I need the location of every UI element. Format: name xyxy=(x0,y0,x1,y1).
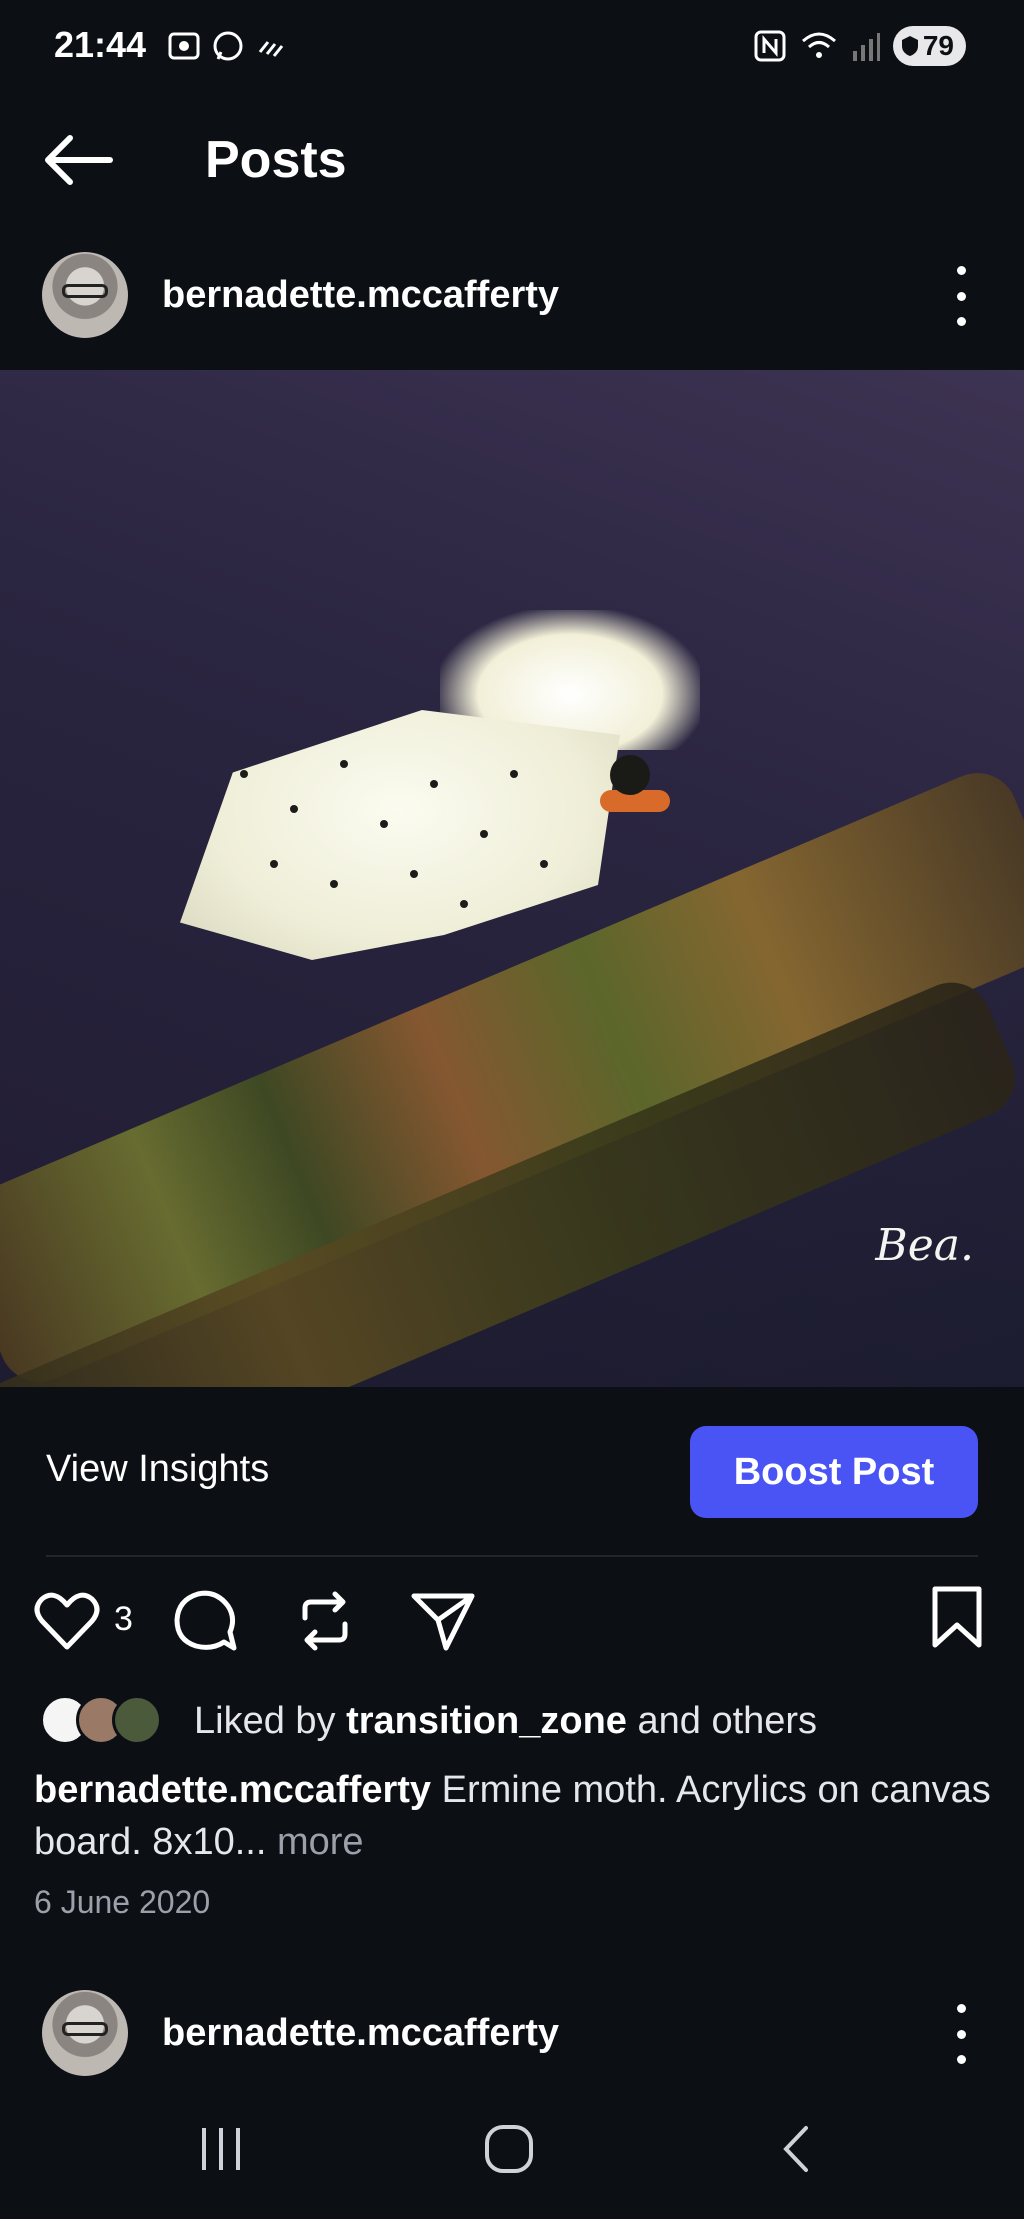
battery-indicator: 79 xyxy=(892,26,966,66)
back-arrow-icon xyxy=(45,135,113,185)
recent-apps-icon[interactable] xyxy=(196,2124,246,2174)
save-button[interactable] xyxy=(922,1582,992,1652)
repost-button[interactable] xyxy=(290,1586,360,1656)
comment-button[interactable] xyxy=(170,1586,240,1656)
status-icons-left xyxy=(166,28,290,64)
moth-head xyxy=(610,755,650,795)
liker-avatars[interactable] xyxy=(40,1695,162,1745)
liked-by-suffix[interactable]: and others xyxy=(637,1700,817,1742)
wifi-icon xyxy=(801,32,836,58)
liker-avatar xyxy=(112,1695,162,1745)
back-button[interactable] xyxy=(40,130,120,190)
screenshot-icon xyxy=(168,32,200,60)
painting-signature: Bea. xyxy=(875,1220,974,1271)
boost-post-button[interactable]: Boost Post xyxy=(690,1426,978,1518)
status-time: 21:44 xyxy=(54,24,147,65)
next-post-username[interactable]: bernadette.mccafferty xyxy=(162,2012,559,2055)
view-insights-link[interactable]: View Insights xyxy=(46,1448,269,1491)
liked-by-text[interactable]: Liked by transition_zone and others xyxy=(194,1700,817,1743)
heart-icon xyxy=(34,1592,100,1650)
post-username[interactable]: bernadette.mccafferty xyxy=(162,274,559,317)
comment-icon xyxy=(174,1590,237,1651)
caption-username[interactable]: bernadette.mccafferty xyxy=(34,1769,431,1811)
like-count[interactable]: 3 xyxy=(114,1600,133,1639)
share-button[interactable] xyxy=(408,1586,478,1656)
avatar[interactable] xyxy=(42,252,128,338)
like-button[interactable] xyxy=(32,1586,102,1656)
home-icon[interactable] xyxy=(482,2122,536,2176)
liked-by-user-link[interactable]: transition_zone xyxy=(346,1700,627,1742)
back-nav-icon[interactable] xyxy=(776,2122,816,2176)
repost-icon xyxy=(302,1591,348,1651)
status-icons-right: 79 xyxy=(753,26,966,66)
divider xyxy=(46,1555,978,1557)
next-post-more-button[interactable] xyxy=(946,2004,976,2064)
battery-shield-icon xyxy=(901,36,918,56)
share-icon xyxy=(411,1593,475,1651)
caption-more-link[interactable]: more xyxy=(277,1821,364,1863)
signal-dots-icon xyxy=(258,41,284,57)
more-options-button[interactable] xyxy=(946,266,976,326)
liked-by-prefix: Liked by xyxy=(194,1700,336,1742)
system-navigation-bar xyxy=(0,2100,1024,2219)
post-date: 6 June 2020 xyxy=(34,1884,211,1920)
post-caption: bernadette.mccafferty Ermine moth. Acryl… xyxy=(34,1764,994,1868)
bookmark-icon xyxy=(932,1586,982,1648)
cell-signal-icon xyxy=(852,33,880,61)
moth-wing xyxy=(180,710,620,960)
more-icon xyxy=(956,266,966,275)
whatsapp-icon xyxy=(213,31,243,61)
page-title: Posts xyxy=(205,131,347,189)
more-icon xyxy=(956,2004,966,2013)
nfc-icon xyxy=(754,30,786,62)
post-image[interactable]: Bea. xyxy=(0,370,1024,1387)
next-post-avatar[interactable] xyxy=(42,1990,128,2076)
battery-level: 79 xyxy=(922,30,954,61)
